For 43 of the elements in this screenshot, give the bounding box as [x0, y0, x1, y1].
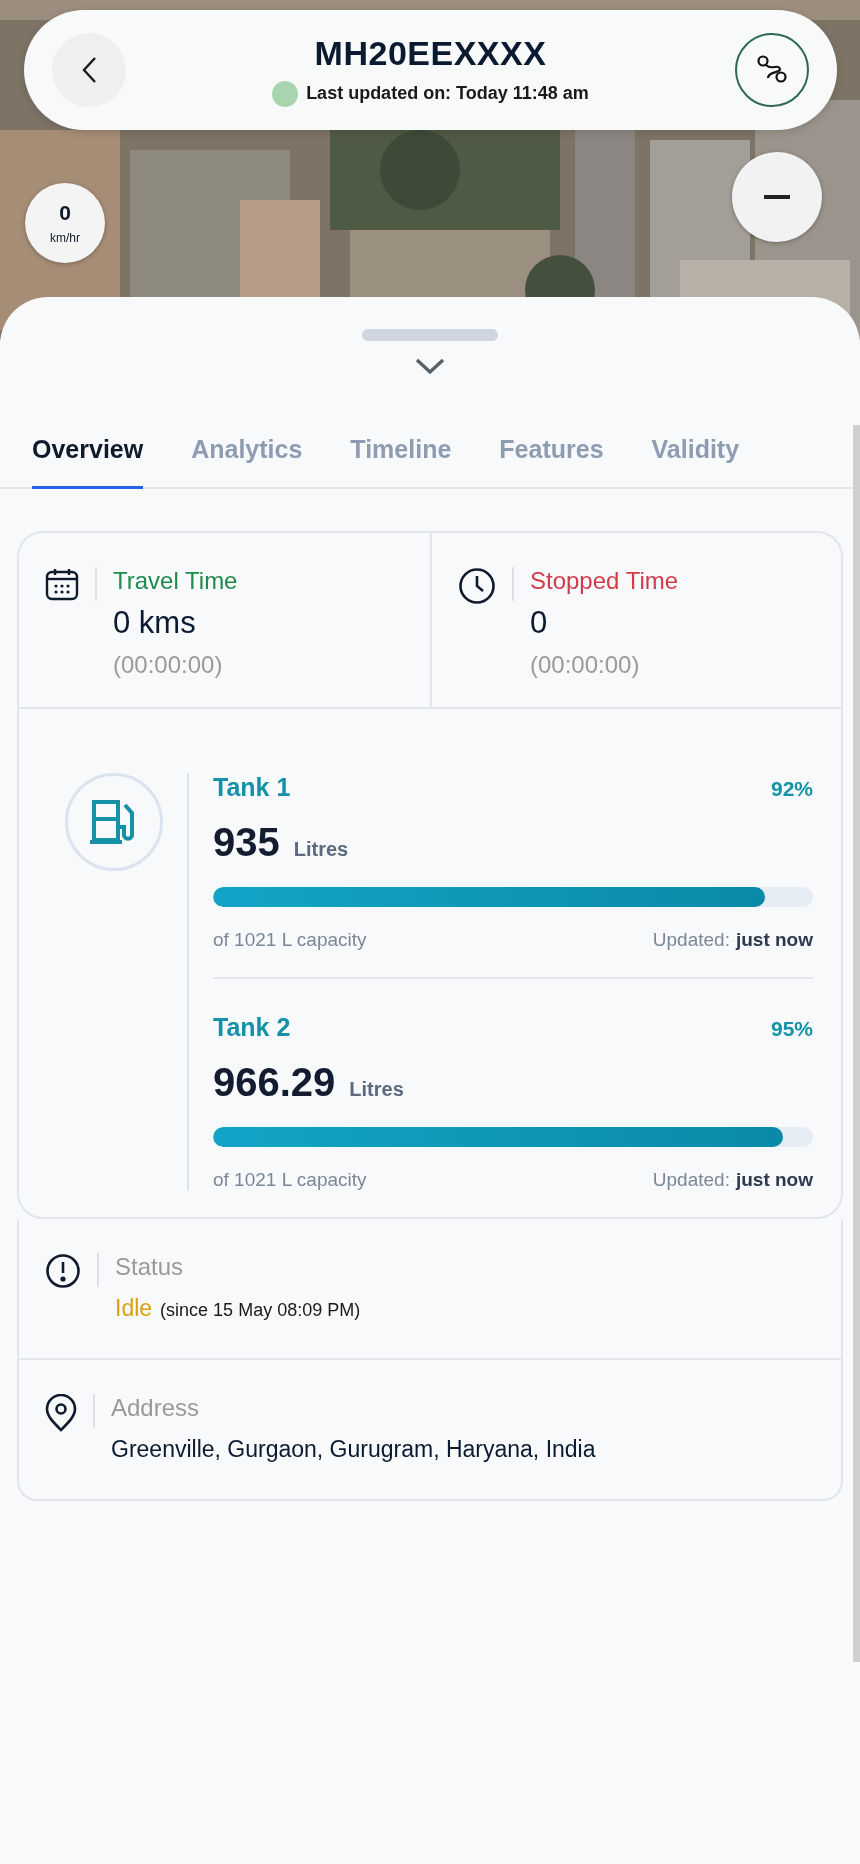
- drag-handle[interactable]: [362, 329, 498, 341]
- speed-unit: km/hr: [50, 231, 80, 245]
- tank-capacity: of 1021 L capacity: [213, 1169, 367, 1191]
- tank-amount: 935: [213, 820, 280, 865]
- clock-icon: [458, 567, 496, 605]
- updated-value: just now: [735, 929, 813, 951]
- tank-capacity: of 1021 L capacity: [213, 929, 367, 951]
- tab[interactable]: Timeline: [350, 423, 452, 489]
- stat-value: 0: [530, 605, 549, 641]
- stat-label: Travel Time: [113, 567, 238, 595]
- tank-name: Tank 1: [213, 773, 291, 802]
- updated-value: just now: [735, 1169, 813, 1191]
- vehicle-title: MH20EEXXXX: [314, 33, 547, 73]
- back-icon: [81, 56, 97, 84]
- stat-duration: (00:00:00): [530, 651, 641, 679]
- updated-label: Updated:: [652, 1169, 730, 1191]
- chevron-down-icon[interactable]: [415, 357, 445, 375]
- alert-icon: [45, 1253, 81, 1289]
- tab[interactable]: Analytics: [191, 423, 303, 489]
- minus-icon: [764, 195, 790, 199]
- tank-percent: 92%: [770, 777, 813, 801]
- tank-unit: Litres: [293, 838, 349, 861]
- address-label: Address: [111, 1394, 201, 1422]
- tab[interactable]: Validity: [651, 423, 740, 489]
- tank-name: Tank 2: [213, 1013, 291, 1042]
- tab[interactable]: Overview: [32, 423, 144, 489]
- updated-label: Updated:: [652, 929, 730, 951]
- status-since: (since 15 May 08:09 PM): [160, 1300, 361, 1321]
- stat-label: Stopped Time: [530, 567, 679, 595]
- calendar-icon: [45, 567, 79, 601]
- status-label: Status: [115, 1253, 185, 1281]
- tank-percent: 95%: [770, 1017, 813, 1041]
- tank-unit: Litres: [349, 1078, 404, 1101]
- scrollbar[interactable]: [853, 425, 860, 1662]
- stat-value: 0 kms: [113, 605, 197, 641]
- stat-duration: (00:00:00): [113, 651, 224, 679]
- status-value: Idle: [115, 1295, 153, 1322]
- speed-value: 0: [59, 201, 71, 225]
- address-value: Greenville, Gurgaon, Gurugram, Haryana, India: [111, 1436, 596, 1463]
- last-updated-text: Last updated on: Today 11:48 am: [306, 83, 589, 104]
- tank-amount: 966.29: [213, 1060, 336, 1105]
- tab[interactable]: Features: [499, 423, 604, 489]
- location-pin-icon: [45, 1394, 77, 1432]
